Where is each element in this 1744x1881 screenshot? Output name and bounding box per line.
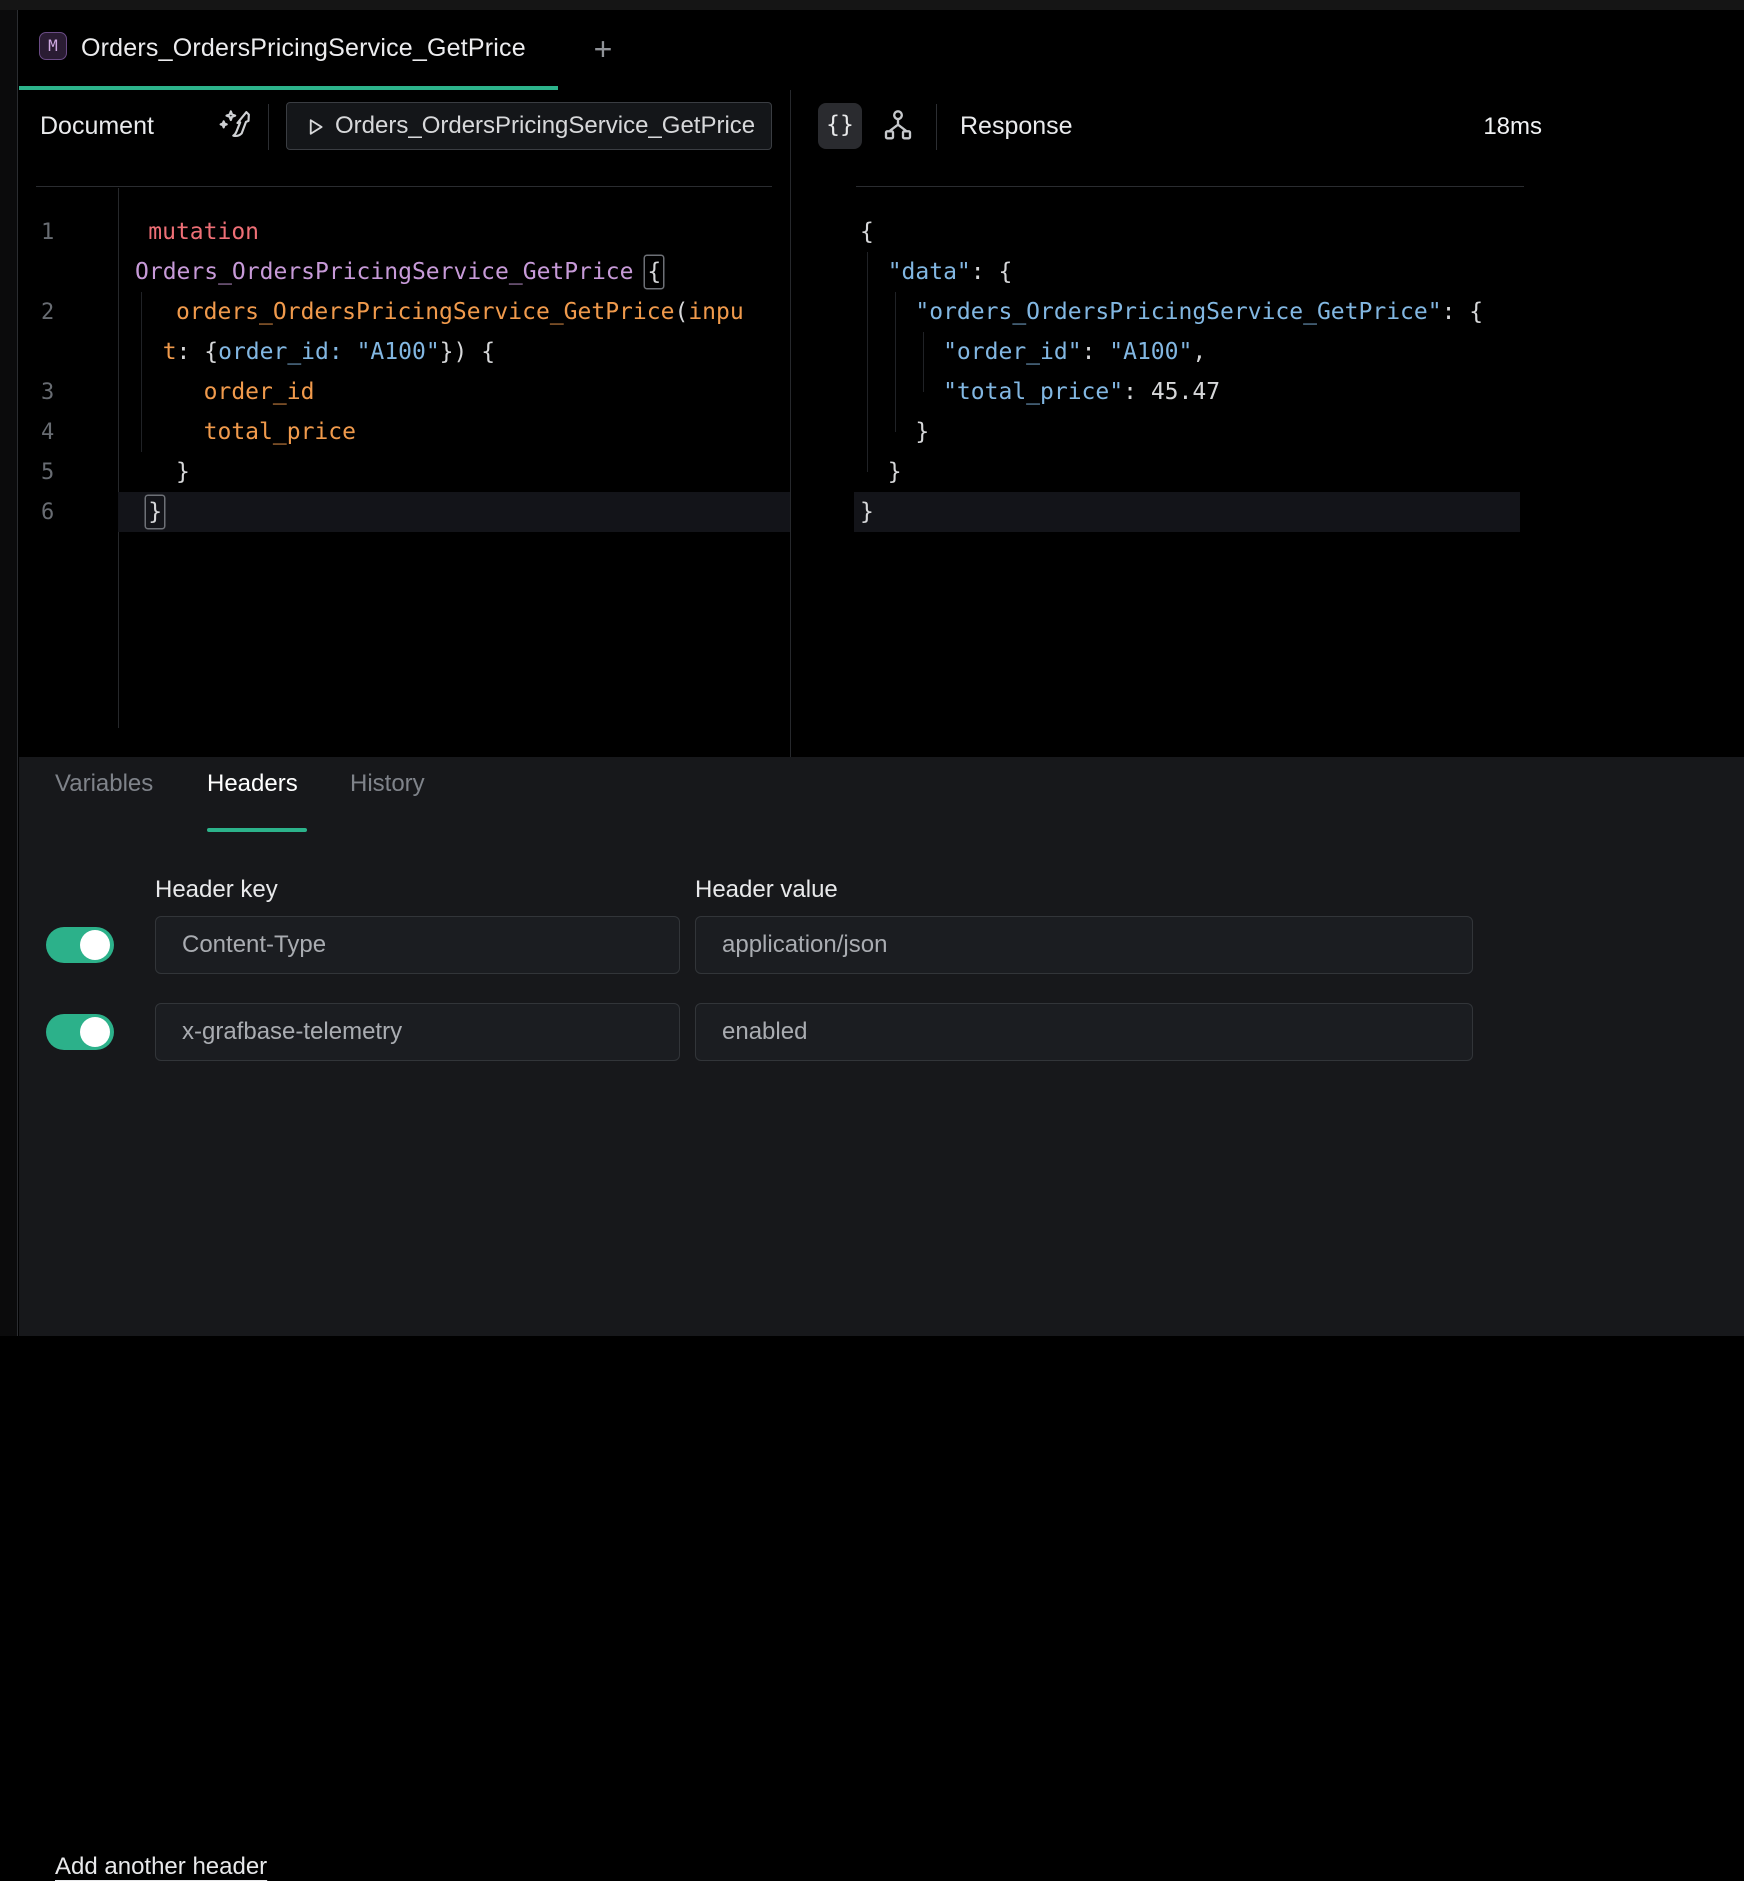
code-token: : { — [177, 339, 219, 365]
code-token: "orders_OrdersPricingService_GetPrice" — [860, 299, 1442, 325]
code-line[interactable]: } — [860, 412, 1520, 452]
code-token: } — [860, 459, 902, 485]
code-line[interactable]: } — [860, 452, 1520, 492]
code-line[interactable]: 1mutation — [135, 212, 790, 252]
code-line[interactable]: "data": { — [860, 252, 1520, 292]
curly-braces-icon[interactable]: {} — [818, 103, 862, 149]
code-token: Orders_OrdersPricingService_GetPrice — [135, 259, 634, 285]
code-token: : — [1082, 339, 1110, 365]
code-token: } — [148, 459, 190, 485]
run-operation-label: Orders_OrdersPricingService_GetPrice — [335, 112, 755, 140]
line-number: 6 — [41, 500, 54, 525]
line-number: 4 — [41, 420, 54, 445]
document-editor[interactable]: 1mutationOrders_OrdersPricingService_Get… — [19, 188, 790, 757]
gutter-border — [118, 188, 119, 728]
code-line[interactable]: "orders_OrdersPricingService_GetPrice": … — [860, 292, 1520, 332]
code-line[interactable]: 2 orders_OrdersPricingService_GetPrice(i… — [135, 292, 790, 332]
code-line[interactable]: 6} — [135, 492, 790, 532]
line-number: 1 — [41, 220, 54, 245]
code-token: "A100" — [1109, 339, 1192, 365]
tab-variables[interactable]: Variables — [55, 770, 153, 798]
code-token: t — [135, 339, 177, 365]
header-enabled-toggle[interactable] — [46, 1014, 114, 1050]
panel-header-border — [856, 186, 1524, 187]
header-key-input[interactable] — [155, 1003, 680, 1061]
code-line[interactable]: "total_price": 45.47 — [860, 372, 1520, 412]
code-token: "A100" — [357, 339, 440, 365]
code-line[interactable]: t: {order_id: "A100"}) { — [135, 332, 790, 372]
code-token: , — [1192, 339, 1206, 365]
code-token: 45.47 — [1151, 379, 1220, 405]
code-line[interactable]: { — [860, 212, 1520, 252]
code-token: } — [860, 499, 874, 525]
add-header-link[interactable]: Add another header — [55, 1853, 267, 1881]
active-tab-underline — [207, 828, 307, 832]
response-panel-title: Response — [960, 112, 1073, 141]
code-token: order_id — [148, 379, 314, 405]
header-key-input[interactable] — [155, 916, 680, 974]
code-token: "total_price" — [860, 379, 1123, 405]
code-token: order_id: — [218, 339, 343, 365]
code-line[interactable]: 3 order_id — [135, 372, 790, 412]
code-token: orders_OrdersPricingService_GetPrice — [148, 299, 674, 325]
response-duration: 18ms — [1483, 113, 1542, 141]
app-window: M Orders_OrdersPricingService_GetPrice +… — [0, 0, 1744, 1336]
response-panel-header: {} Response 18ms — [790, 90, 1744, 187]
code-token: ( — [674, 299, 688, 325]
toggle-knob — [80, 930, 110, 960]
tab-history[interactable]: History — [350, 770, 425, 798]
tab-title: Orders_OrdersPricingService_GetPrice — [81, 34, 526, 63]
code-token: inpu — [688, 299, 743, 325]
code-token: }) { — [440, 339, 495, 365]
header-enabled-toggle[interactable] — [46, 927, 114, 963]
code-token: total_price — [148, 419, 356, 445]
code-line[interactable]: 5 } — [135, 452, 790, 492]
header-value-label: Header value — [695, 876, 838, 904]
run-operation-button[interactable]: Orders_OrdersPricingService_GetPrice — [286, 102, 772, 150]
header-divider — [268, 104, 269, 150]
code-line[interactable]: Orders_OrdersPricingService_GetPrice { — [135, 252, 790, 292]
code-token: : { — [971, 259, 1013, 285]
header-divider — [936, 104, 937, 150]
code-token: { — [645, 256, 663, 288]
toggle-knob — [80, 1017, 110, 1047]
header-key-label: Header key — [155, 876, 278, 904]
document-panel-title: Document — [40, 112, 154, 141]
mutation-badge: M — [39, 32, 67, 60]
code-line[interactable]: 4 total_price — [135, 412, 790, 452]
code-token: } — [860, 419, 929, 445]
operation-tab[interactable]: M Orders_OrdersPricingService_GetPrice — [19, 10, 558, 90]
code-token: "data" — [860, 259, 971, 285]
header-value-input[interactable] — [695, 916, 1473, 974]
response-viewer[interactable]: { "data": { "orders_OrdersPricingService… — [791, 188, 1744, 757]
schema-tree-icon[interactable] — [878, 106, 918, 146]
line-number: 5 — [41, 460, 54, 485]
code-token: "order_id" — [860, 339, 1082, 365]
code-token: : { — [1442, 299, 1484, 325]
code-token: mutation — [148, 219, 259, 245]
window-top-strip — [0, 0, 1744, 10]
play-icon — [309, 118, 323, 136]
line-number: 3 — [41, 380, 54, 405]
window-left-rail — [0, 10, 18, 1336]
line-number: 2 — [41, 300, 54, 325]
header-row — [19, 1003, 1744, 1061]
new-tab-button[interactable]: + — [581, 28, 625, 72]
panel-header-border — [36, 186, 772, 187]
bottom-panel: Variables Headers History Header key Hea… — [19, 757, 1744, 1336]
code-token: : — [1123, 379, 1151, 405]
header-value-input[interactable] — [695, 1003, 1473, 1061]
code-line[interactable]: "order_id": "A100", — [860, 332, 1520, 372]
tab-headers[interactable]: Headers — [207, 770, 298, 798]
header-row — [19, 916, 1744, 974]
document-panel-header: Document Orders_OrdersPricingService_Get… — [19, 90, 790, 187]
code-line[interactable]: } — [860, 492, 1520, 532]
code-token: { — [860, 219, 874, 245]
prettify-icon[interactable] — [215, 106, 255, 146]
tab-bar: M Orders_OrdersPricingService_GetPrice + — [19, 10, 1744, 90]
code-token: } — [146, 496, 164, 528]
code-token — [343, 339, 357, 365]
